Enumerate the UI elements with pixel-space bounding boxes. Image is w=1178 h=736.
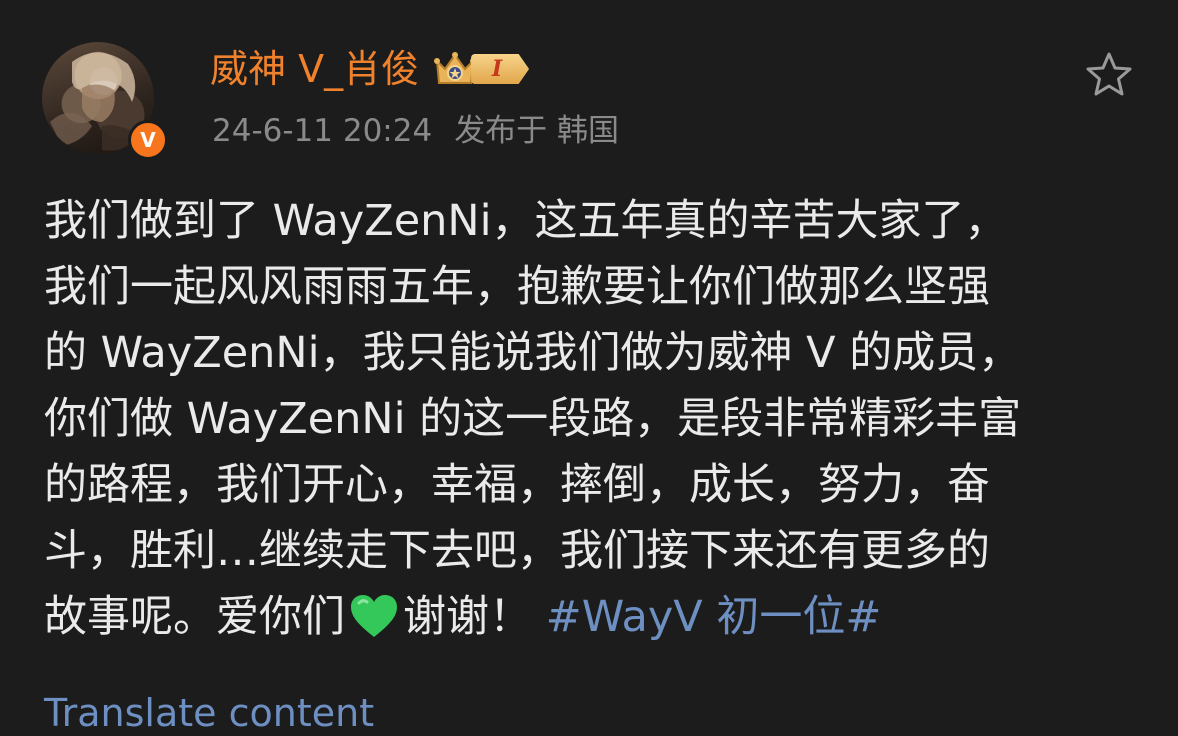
content-line: 你们做 WayZenNi 的这一段路，是段非常精彩丰富 (44, 394, 1022, 444)
vip-level: I (471, 54, 530, 84)
post-timestamp: 24-6-11 20:24 (212, 113, 433, 149)
topic-link[interactable]: #WayV 初一位# (546, 592, 882, 642)
post-meta: 24-6-11 20:24 发布于 韩国 (212, 108, 619, 154)
post-location: 发布于 韩国 (454, 113, 620, 149)
content-line: 的 WayZenNi，我只能说我们做为威神 V 的成员， (44, 328, 1022, 378)
translate-link[interactable]: Translate content (44, 690, 374, 736)
post-content: 我们做到了 WayZenNi，这五年真的辛苦大家了， 我们一起风风雨雨五年，抱歉… (44, 188, 1144, 650)
avatar[interactable]: V (42, 42, 168, 160)
green-heart-icon (349, 592, 399, 638)
content-text: 谢谢！ (403, 592, 532, 642)
content-line: 的路程，我们开心，幸福，摔倒，成长，努力，奋 (44, 460, 990, 510)
content-line: 我们一起风风雨雨五年，抱歉要让你们做那么坚强 (44, 262, 990, 312)
vip-badge[interactable]: I (433, 49, 530, 89)
content-line: 斗，胜利…继续走下去吧，我们接下来还有更多的 (44, 526, 990, 576)
crown-icon (433, 49, 477, 89)
star-outline-icon[interactable] (1084, 50, 1134, 98)
content-last-line: 故事呢。爱你们 谢谢！ #WayV 初一位# (44, 584, 1144, 650)
weibo-post: V 威神 V_肖俊 I 24-6-11 20:24 发布于 韩国 我们做到了 W… (0, 0, 1178, 735)
content-text: 故事呢。爱你们 (44, 592, 345, 642)
author-name[interactable]: 威神 V_肖俊 (210, 44, 419, 94)
verified-badge: V (128, 120, 168, 160)
content-line: 我们做到了 WayZenNi，这五年真的辛苦大家了， (44, 196, 1008, 246)
author-row: 威神 V_肖俊 I (210, 44, 530, 94)
